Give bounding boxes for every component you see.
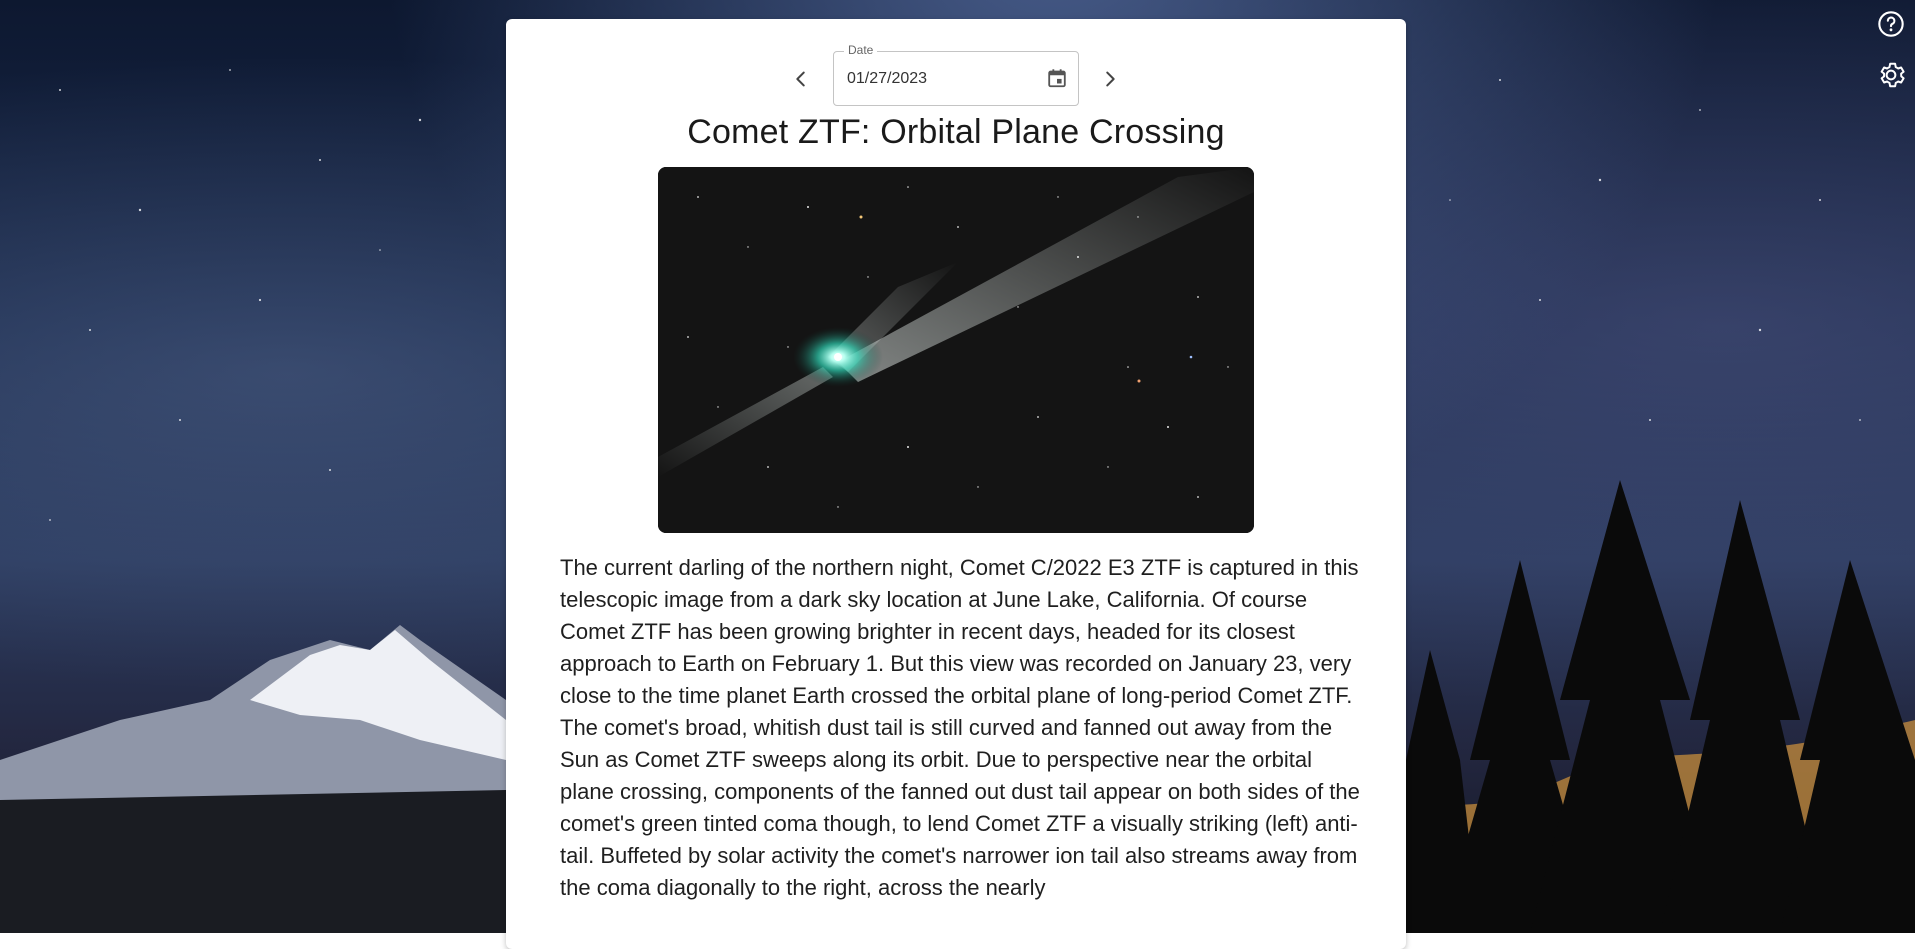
mountain-base: [0, 790, 506, 933]
settings-button[interactable]: [1875, 59, 1907, 91]
previous-day-button[interactable]: [786, 64, 816, 94]
gear-icon: [1880, 62, 1905, 88]
chevron-right-icon: [1106, 71, 1115, 87]
apod-image[interactable]: [658, 167, 1254, 533]
tree-silhouettes: [1406, 480, 1915, 933]
calendar-icon[interactable]: [1046, 67, 1068, 89]
help-button[interactable]: [1875, 8, 1907, 40]
next-day-button[interactable]: [1095, 64, 1125, 94]
apod-title: Comet ZTF: Orbital Plane Crossing: [687, 113, 1225, 151]
date-value[interactable]: 01/27/2023: [847, 70, 927, 88]
apod-card: Date 01/27/2023 Comet ZTF: Orbital Plane…: [506, 19, 1406, 949]
comet-photo: [658, 167, 1254, 533]
date-navigation: Date 01/27/2023: [506, 43, 1406, 107]
chevron-left-icon: [796, 71, 805, 87]
date-label: Date: [844, 43, 878, 57]
date-input[interactable]: Date 01/27/2023: [833, 43, 1079, 106]
help-circle-icon: [1878, 11, 1904, 37]
apod-explanation: The current darling of the northern nigh…: [560, 555, 1360, 900]
